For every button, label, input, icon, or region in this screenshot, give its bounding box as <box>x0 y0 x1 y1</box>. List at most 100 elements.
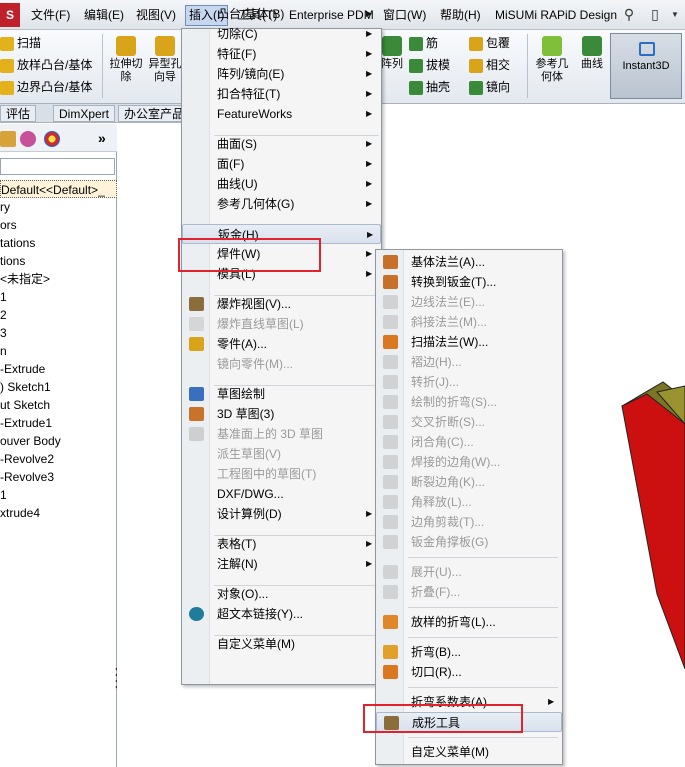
tree-item[interactable]: n <box>0 342 117 360</box>
insert-menu-item[interactable]: 基准面上的 3D 草图 <box>182 424 381 444</box>
new-dropdown-icon[interactable]: ▼ <box>666 5 684 24</box>
insert-menu-item[interactable]: 面(F) ▶ <box>182 154 381 174</box>
tree-item[interactable]: -Extrude1 <box>0 414 117 432</box>
tree-item[interactable]: 1 <box>0 288 117 306</box>
insert-menu-item[interactable]: 派生草图(V) <box>182 444 381 464</box>
tree-item[interactable]: 3 <box>0 324 117 342</box>
tree-item[interactable]: 1 <box>0 486 117 504</box>
tree-item[interactable]: ry <box>0 198 117 216</box>
sheet-metal-menu-item[interactable]: 折弯系数表(A) ▶ <box>376 692 562 712</box>
instant3d-button[interactable]: Instant3D <box>610 33 682 99</box>
draft-button[interactable]: 拔模 <box>409 55 450 75</box>
sheet-metal-menu-item[interactable]: 折叠(F)... <box>376 582 562 602</box>
tab-office-products[interactable]: 办公室产品 <box>118 105 191 122</box>
curves-button[interactable]: 曲线 <box>577 36 607 71</box>
insert-menu-item[interactable]: 自定义菜单(M) <box>182 634 381 654</box>
intersect-button[interactable]: 相交 <box>469 55 510 75</box>
insert-menu-item[interactable]: 零件(A)... <box>182 334 381 354</box>
sheet-metal-menu-item[interactable]: 扫描法兰(W)... <box>376 332 562 352</box>
insert-menu-item[interactable]: 表格(T) ▶ <box>182 534 381 554</box>
tab-evaluate[interactable]: 评估 <box>0 105 37 122</box>
sheet-metal-menu-item[interactable]: 焊接的边角(W)... <box>376 452 562 472</box>
sheet-metal-menu-item[interactable]: 成形工具 <box>376 712 562 732</box>
insert-menu-item[interactable]: 注解(N) ▶ <box>182 554 381 574</box>
tab-dimxpert[interactable]: DimXpert <box>53 105 116 122</box>
sheet-metal-menu-item[interactable]: 交叉折断(S)... <box>376 412 562 432</box>
tree-item[interactable]: -Revolve2 <box>0 450 117 468</box>
more-tabs-icon[interactable]: » <box>98 130 106 146</box>
insert-menu-item[interactable]: 爆炸视图(V)... <box>182 294 381 314</box>
new-document-icon[interactable]: ▯ <box>646 5 664 24</box>
extruded-cut-button[interactable]: 拉伸切 除 <box>106 36 146 84</box>
hole-wizard-button[interactable]: 异型孔 向导 <box>148 36 182 84</box>
insert-menu-item[interactable]: 镜向零件(M)... <box>182 354 381 374</box>
pin-icon[interactable]: ⚲ <box>620 5 638 24</box>
reference-geometry-button[interactable]: 参考几 何体 <box>530 36 574 84</box>
insert-menu-item[interactable]: 钣金(H) ▶ <box>182 224 381 244</box>
wrap-button[interactable]: 包覆 <box>469 33 510 53</box>
sheet-metal-menu-item[interactable]: 折弯(B)... <box>376 642 562 662</box>
tree-item[interactable]: ors <box>0 216 117 234</box>
sheet-metal-menu-item[interactable]: 褶边(H)... <box>376 352 562 372</box>
tree-item[interactable]: -Extrude <box>0 360 117 378</box>
insert-menu-item[interactable]: 模具(L) ▶ <box>182 264 381 284</box>
menu-view[interactable]: 视图(V) <box>136 6 176 25</box>
sheet-metal-menu-item[interactable]: 转折(J)... <box>376 372 562 392</box>
sheet-metal-menu-item[interactable]: 绘制的折弯(S)... <box>376 392 562 412</box>
config-manager-icon[interactable] <box>0 131 16 147</box>
sheet-metal-menu-item[interactable]: 转换到钣金(T)... <box>376 272 562 292</box>
sheet-metal-menu-item[interactable]: 放样的折弯(L)... <box>376 612 562 632</box>
tree-item[interactable]: xtrude4 <box>0 504 117 522</box>
tree-item[interactable]: tions <box>0 252 117 270</box>
menu-file[interactable]: 文件(F) <box>31 6 70 25</box>
sheet-metal-menu-item[interactable]: 斜接法兰(M)... <box>376 312 562 332</box>
menu-misumi[interactable]: MiSUMi RAPiD Design <box>495 6 617 25</box>
loft-boss-button[interactable]: 放样凸台/基体 <box>0 55 92 75</box>
insert-menu-item[interactable]: 凸台/基体(B) ▶ <box>182 4 381 24</box>
insert-menu-item[interactable]: 设计算例(D) ▶ <box>182 504 381 524</box>
sweep-button[interactable]: 扫描 <box>0 33 41 53</box>
sheet-metal-menu-item[interactable]: 闭合角(C)... <box>376 432 562 452</box>
sheet-metal-menu-item[interactable]: 基体法兰(A)... <box>376 252 562 272</box>
dimxpert-manager-icon[interactable] <box>20 131 36 147</box>
insert-menu-item[interactable]: 爆炸直线草图(L) <box>182 314 381 334</box>
insert-menu-item[interactable]: DXF/DWG... <box>182 484 381 504</box>
menu-window[interactable]: 窗口(W) <box>383 6 426 25</box>
sheet-metal-menu-item[interactable]: 钣金角撑板(G) <box>376 532 562 552</box>
tree-item[interactable]: 2 <box>0 306 117 324</box>
menu-edit[interactable]: 编辑(E) <box>84 6 124 25</box>
sheet-metal-menu-item[interactable]: 角释放(L)... <box>376 492 562 512</box>
tree-item[interactable]: -Revolve3 <box>0 468 117 486</box>
insert-menu-item[interactable]: 参考几何体(G) ▶ <box>182 194 381 214</box>
insert-menu-item[interactable]: 特征(F) ▶ <box>182 44 381 64</box>
insert-menu-item[interactable]: 3D 草图(3) <box>182 404 381 424</box>
sheet-metal-menu-item[interactable]: 切口(R)... <box>376 662 562 682</box>
tree-item[interactable]: ) Sketch1 <box>0 378 117 396</box>
insert-menu-item[interactable]: 工程图中的草图(T) <box>182 464 381 484</box>
mirror-button[interactable]: 镜向 <box>469 77 510 97</box>
rib-button[interactable]: 筋 <box>409 33 438 53</box>
insert-menu-item[interactable]: 曲面(S) ▶ <box>182 134 381 154</box>
tree-item[interactable]: ut Sketch <box>0 396 117 414</box>
pattern-button[interactable]: 阵列 <box>379 36 405 71</box>
sheet-metal-menu-item[interactable]: 断裂边角(K)... <box>376 472 562 492</box>
insert-menu-item[interactable]: 曲线(U) ▶ <box>182 174 381 194</box>
tree-item[interactable]: <未指定> <box>0 270 117 288</box>
tree-item[interactable]: tations <box>0 234 117 252</box>
sheet-metal-menu-item[interactable]: 自定义菜单(M) <box>376 742 562 762</box>
insert-menu-item[interactable]: 超文本链接(Y)... <box>182 604 381 624</box>
sheet-metal-menu-item[interactable]: 边线法兰(E)... <box>376 292 562 312</box>
insert-menu-item[interactable]: 焊件(W) ▶ <box>182 244 381 264</box>
solidworks-logo[interactable]: S <box>0 3 20 27</box>
sheet-metal-menu-item[interactable]: 展开(U)... <box>376 562 562 582</box>
insert-menu-item[interactable]: 扣合特征(T) ▶ <box>182 84 381 104</box>
display-manager-icon[interactable] <box>44 131 60 147</box>
insert-menu-item[interactable]: 草图绘制 <box>182 384 381 404</box>
sheet-metal-menu-item[interactable]: 边角剪裁(T)... <box>376 512 562 532</box>
boundary-boss-button[interactable]: 边界凸台/基体 <box>0 77 92 97</box>
insert-menu-item[interactable]: FeatureWorks ▶ <box>182 104 381 124</box>
insert-menu-item[interactable]: 切除(C) ▶ <box>182 24 381 44</box>
tree-root-configuration[interactable]: Default<<Default>_ <box>0 180 117 198</box>
feature-filter-input[interactable] <box>0 158 115 175</box>
menu-help[interactable]: 帮助(H) <box>440 6 481 25</box>
